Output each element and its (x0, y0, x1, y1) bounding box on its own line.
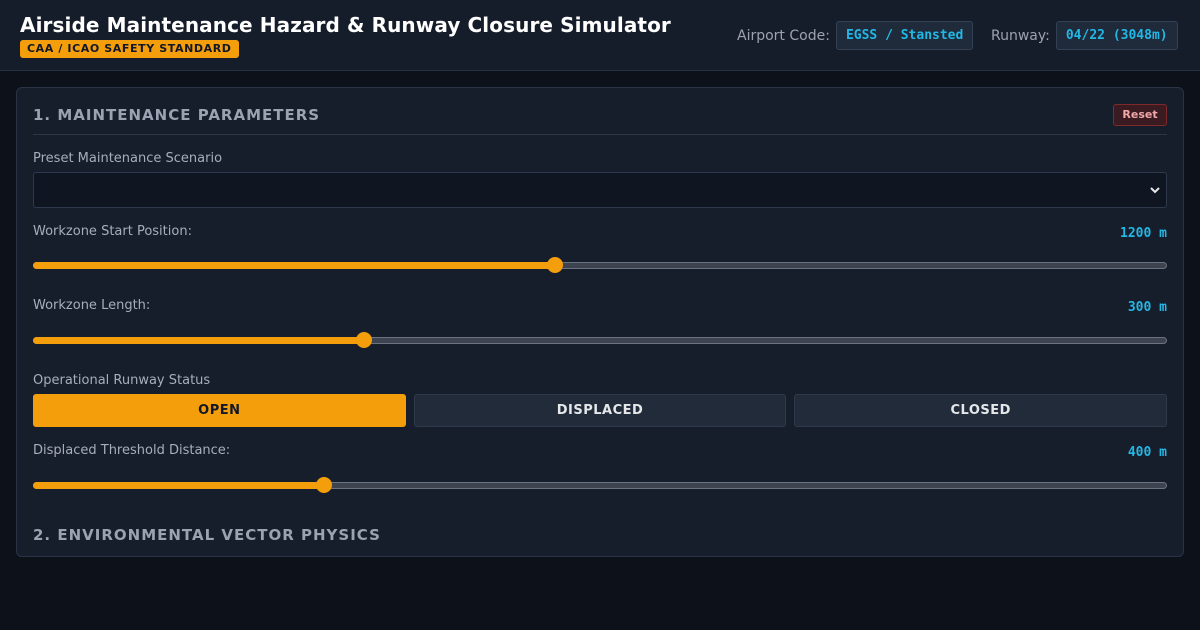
slider-fill (33, 482, 325, 489)
workzone-length-slider[interactable] (33, 332, 1167, 348)
slider-fill (33, 262, 555, 269)
app-title: Airside Maintenance Hazard & Runway Clos… (20, 13, 671, 37)
slider-thumb[interactable] (316, 477, 333, 493)
reset-button[interactable]: Reset (1113, 104, 1167, 126)
preset-scenario-label: Preset Maintenance Scenario (33, 151, 223, 166)
runway-value: 04/22 (3048m) (1055, 21, 1178, 50)
slider-thumb[interactable] (546, 257, 563, 273)
runway-label: Runway: (991, 27, 1050, 44)
section-divider (33, 134, 1167, 135)
section-title-maintenance: 1. MAINTENANCE PARAMETERS (33, 106, 321, 124)
slider-fill (33, 337, 365, 344)
workzone-start-value: 1200 m (1120, 226, 1167, 241)
standard-badge: CAA / ICAO SAFETY STANDARD (20, 40, 239, 58)
runway-status-toggle: OPEN DISPLACED CLOSED (33, 394, 1168, 427)
displaced-threshold-slider[interactable] (33, 477, 1167, 493)
runway-status-label: Operational Runway Status (33, 373, 211, 388)
slider-thumb[interactable] (356, 332, 373, 348)
app-header: Airside Maintenance Hazard & Runway Clos… (0, 0, 1200, 71)
airport-code-value: EGSS / Stansted (835, 21, 974, 50)
workzone-start-label: Workzone Start Position: (33, 224, 192, 239)
chevron-down-icon (1150, 187, 1160, 194)
status-closed-button[interactable]: CLOSED (794, 394, 1168, 427)
airport-code-label: Airport Code: (737, 27, 830, 44)
displaced-threshold-label: Displaced Threshold Distance: (33, 443, 231, 458)
workzone-length-value: 300 m (1127, 300, 1167, 315)
runway-group: Runway: 04/22 (3048m) (991, 21, 1178, 50)
section-title-environment: 2. ENVIRONMENTAL VECTOR PHYSICS (33, 526, 381, 544)
displaced-threshold-value: 400 m (1127, 445, 1167, 460)
status-displaced-button[interactable]: DISPLACED (413, 394, 787, 427)
status-open-button[interactable]: OPEN (33, 394, 406, 427)
workzone-length-label: Workzone Length: (33, 298, 151, 313)
workzone-start-slider[interactable] (33, 257, 1167, 273)
maintenance-panel: 1. MAINTENANCE PARAMETERS Reset Preset M… (16, 87, 1184, 557)
airport-code-group: Airport Code: EGSS / Stansted (737, 21, 974, 50)
preset-scenario-select[interactable] (33, 172, 1167, 208)
